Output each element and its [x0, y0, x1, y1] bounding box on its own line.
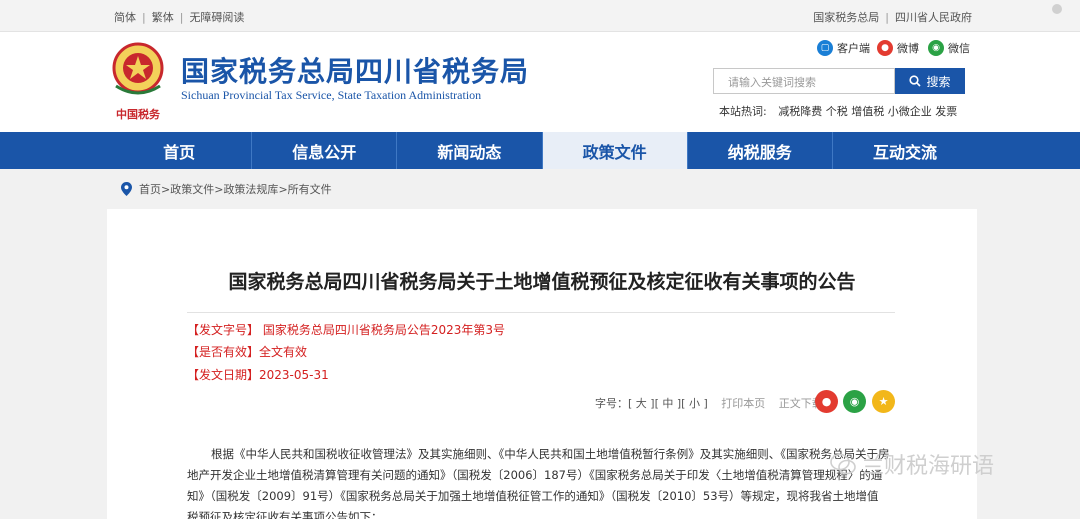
share-wechat-icon[interactable]: ◉ — [843, 390, 866, 413]
breadcrumb-law-library[interactable]: 政策法规库 — [223, 181, 278, 197]
breadcrumb: 首页 > 政策文件 > 政策法规库 > 所有文件 — [121, 181, 332, 197]
site-header: 中国税务 国家税务总局四川省税务局 Sichuan Provincial Tax… — [0, 32, 1080, 132]
language-links: 简体 | 繁体 | 无障碍阅读 — [114, 11, 245, 24]
validity-value: 全文有效 — [259, 345, 308, 359]
doc-number-row: 【发文字号】 国家税务总局四川省税务局公告2023年第3号 — [187, 321, 505, 338]
breadcrumb-policy[interactable]: 政策文件 — [170, 181, 214, 197]
body-line: 税预征及核定征收有关事项公告如下： — [187, 510, 383, 519]
validity-label: 【是否有效】 — [187, 345, 260, 359]
hotwords-label: 本站热词: — [719, 105, 767, 118]
body-line: 知》（国税发〔2009〕91号）《国家税务总局关于加强土地增值税征管工作的通知》… — [187, 489, 879, 503]
location-pin-icon — [121, 182, 132, 196]
title-divider — [187, 312, 895, 313]
sta-link[interactable]: 国家税务总局 — [813, 11, 879, 24]
font-large-button[interactable]: [ 大 ] — [628, 397, 655, 410]
hotword-item[interactable]: 个税 — [826, 105, 848, 118]
issue-date-value: 2023-05-31 — [259, 368, 329, 382]
accessibility-link[interactable]: 无障碍阅读 — [189, 11, 244, 24]
weibo-icon: ● — [877, 40, 893, 56]
wechat-link[interactable]: ◉ 微信 — [928, 40, 970, 56]
hotword-item[interactable]: 减税降费 — [778, 105, 822, 118]
traditional-chinese-link[interactable]: 繁体 — [152, 11, 174, 24]
nav-item-tax-service[interactable]: 纳税服务 — [686, 132, 832, 169]
mobile-client-label: 客户端 — [837, 42, 870, 55]
mobile-client-icon: ▢ — [817, 40, 833, 56]
top-utility-bar: 简体 | 繁体 | 无障碍阅读 国家税务总局 | 四川省人民政府 — [0, 0, 1080, 32]
body-line: 根据《中华人民共和国税收征收管理法》及其实施细则、《中华人民共和国土地增值税暂行… — [211, 447, 890, 461]
nav-item-info-disclosure[interactable]: 信息公开 — [251, 132, 396, 169]
site-title[interactable]: 国家税务总局四川省税务局 — [181, 50, 529, 90]
wechat-icon: ◉ — [928, 40, 944, 56]
weibo-label: 微博 — [897, 42, 919, 55]
tax-emblem-icon: 中国税务 — [112, 42, 164, 121]
doc-number-value: 国家税务总局四川省税务局公告2023年第3号 — [262, 323, 506, 337]
font-small-button[interactable]: [ 小 ] — [681, 397, 708, 410]
font-medium-button[interactable]: [ 中 ] — [655, 397, 682, 410]
search-button-label: 搜索 — [926, 74, 951, 89]
external-links: 国家税务总局 | 四川省人民政府 — [813, 11, 972, 24]
hotword-item[interactable]: 发票 — [935, 105, 957, 118]
nav-item-policy[interactable]: 政策文件 — [541, 132, 687, 169]
weibo-link[interactable]: ● 微博 — [877, 40, 919, 56]
watermark-text: 兰财税海研语 — [862, 454, 995, 479]
simplified-chinese-link[interactable]: 简体 — [114, 11, 136, 24]
corner-dot-icon — [1052, 4, 1062, 14]
hotwords: 本站热词: 减税降费 个税 增值税 小微企业 发票 — [719, 103, 957, 119]
watermark: 兰财税海研语 — [830, 448, 994, 480]
nav-item-news[interactable]: 新闻动态 — [396, 132, 541, 169]
wechat-label: 微信 — [948, 42, 970, 55]
wechat-watermark-icon — [830, 453, 856, 475]
share-favorite-icon[interactable]: ★ — [872, 390, 895, 413]
nav-item-interaction[interactable]: 互动交流 — [831, 132, 977, 169]
breadcrumb-home[interactable]: 首页 — [139, 181, 161, 197]
issue-date-label: 【发文日期】 — [187, 368, 260, 382]
issue-date-row: 【发文日期】2023-05-31 — [187, 366, 329, 383]
site-subtitle: Sichuan Provincial Tax Service, State Ta… — [181, 88, 482, 102]
search-icon — [909, 75, 922, 87]
hotword-item[interactable]: 增值税 — [851, 105, 884, 118]
sichuan-gov-link[interactable]: 四川省人民政府 — [895, 11, 972, 24]
font-size-label: 字号： — [595, 397, 628, 410]
hotword-item[interactable]: 小微企业 — [888, 105, 932, 118]
mobile-client-link[interactable]: ▢ 客户端 — [817, 40, 870, 56]
article-title: 国家税务总局四川省税务局关于土地增值税预征及核定征收有关事项的公告 — [228, 271, 856, 293]
body-line: 地产开发企业土地增值税清算管理有关问题的通知》（国税发〔2006〕187号）《国… — [187, 468, 883, 482]
breadcrumb-all-files[interactable]: 所有文件 — [288, 181, 332, 197]
validity-row: 【是否有效】全文有效 — [187, 343, 307, 360]
nav-item-home[interactable]: 首页 — [107, 132, 251, 169]
article-tools: 字号：[ 大 ][ 中 ][ 小 ] 打印本页 正文下载 — [595, 395, 823, 411]
main-nav: 首页 信息公开 新闻动态 政策文件 纳税服务 互动交流 — [0, 132, 1080, 169]
emblem-caption: 中国税务 — [116, 107, 161, 121]
print-button[interactable]: 打印本页 — [721, 397, 765, 410]
search-button[interactable]: 搜索 — [895, 68, 965, 94]
share-weibo-icon[interactable]: ● — [815, 390, 838, 413]
doc-number-label: 【发文字号】 — [187, 323, 260, 337]
search-input[interactable]: 请输入关键词搜索 — [713, 68, 895, 94]
article-body: 根据《中华人民共和国税收征收管理法》及其实施细则、《中华人民共和国土地增值税暂行… — [187, 444, 897, 519]
